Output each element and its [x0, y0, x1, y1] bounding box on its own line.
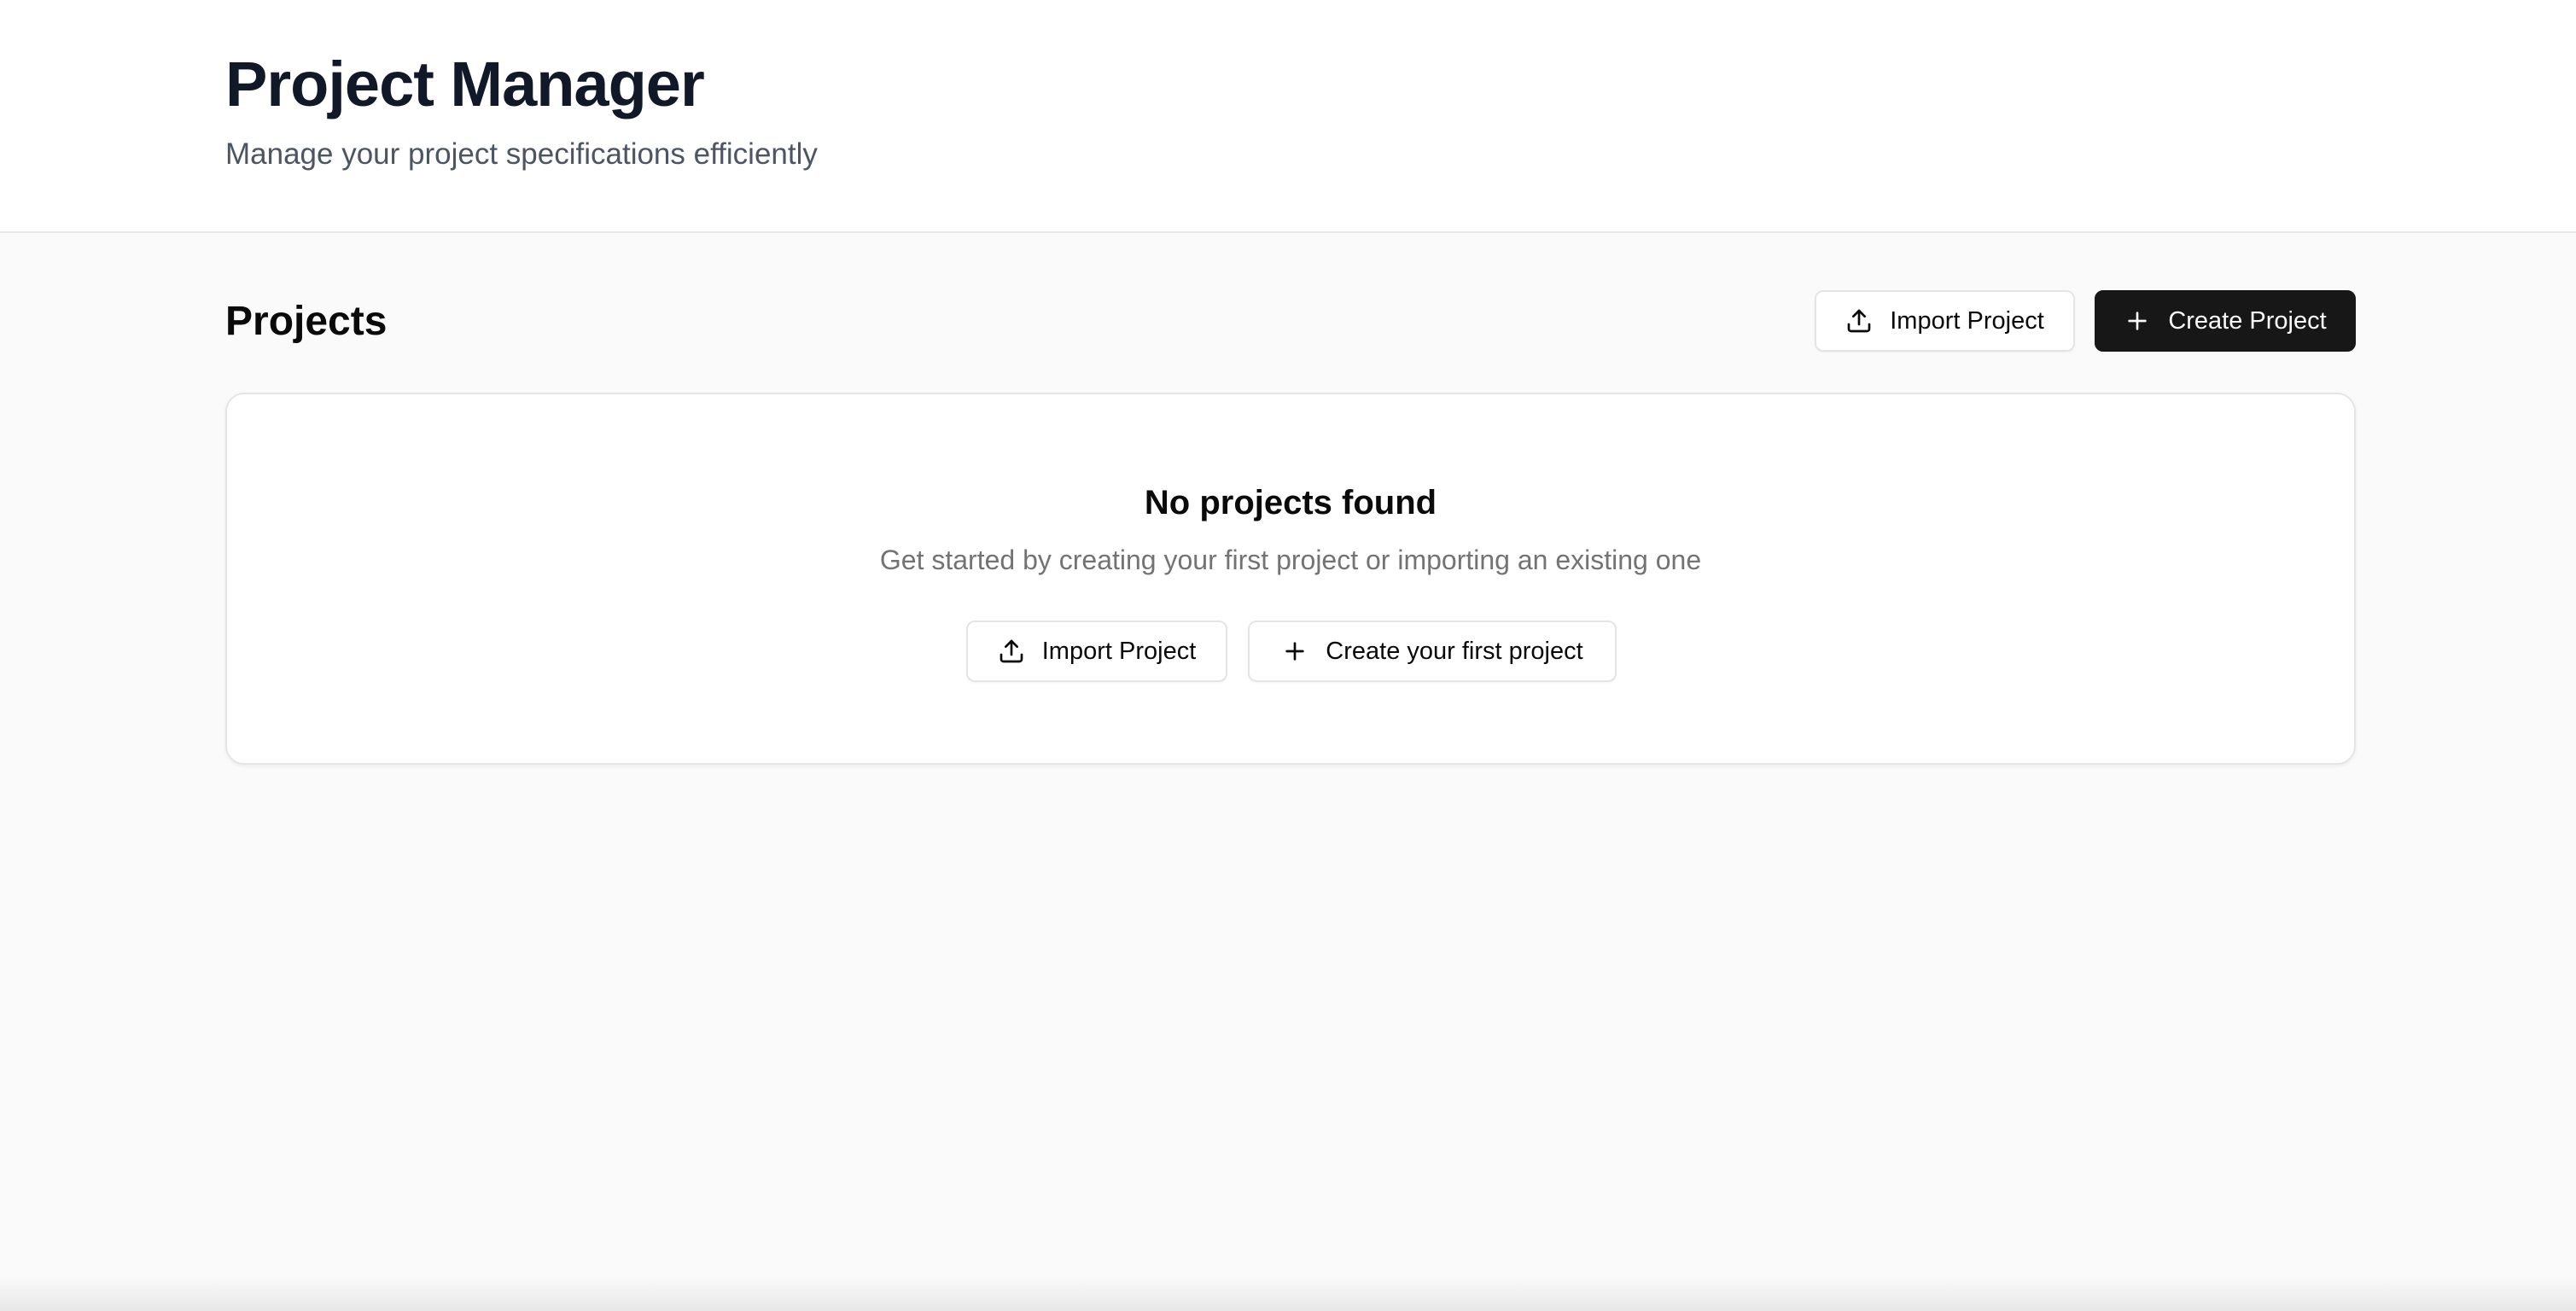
window-bottom-edge — [0, 1277, 2576, 1311]
create-project-button[interactable]: Create Project — [2095, 290, 2356, 352]
import-project-label: Import Project — [1890, 306, 2044, 335]
empty-state-title: No projects found — [1144, 484, 1437, 521]
empty-state-card: No projects found Get started by creatin… — [225, 393, 2356, 765]
create-first-project-label: Create your first project — [1326, 637, 1583, 665]
empty-import-project-label: Import Project — [1041, 637, 1197, 665]
import-project-button[interactable]: Import Project — [1815, 290, 2075, 352]
plus-icon — [1281, 638, 1308, 665]
upload-icon — [998, 638, 1025, 665]
app-header: Project Manager Manage your project spec… — [0, 0, 2576, 233]
empty-state-description: Get started by creating your first proje… — [879, 545, 1702, 575]
projects-heading: Projects — [225, 299, 388, 344]
app-subtitle: Manage your project specifications effic… — [225, 137, 818, 171]
app-title: Project Manager — [225, 49, 705, 119]
create-first-project-button[interactable]: Create your first project — [1248, 621, 1617, 682]
empty-import-project-button[interactable]: Import Project — [966, 621, 1227, 682]
upload-icon — [1845, 307, 1873, 335]
create-project-label: Create Project — [2168, 306, 2327, 335]
plus-icon — [2124, 307, 2151, 335]
